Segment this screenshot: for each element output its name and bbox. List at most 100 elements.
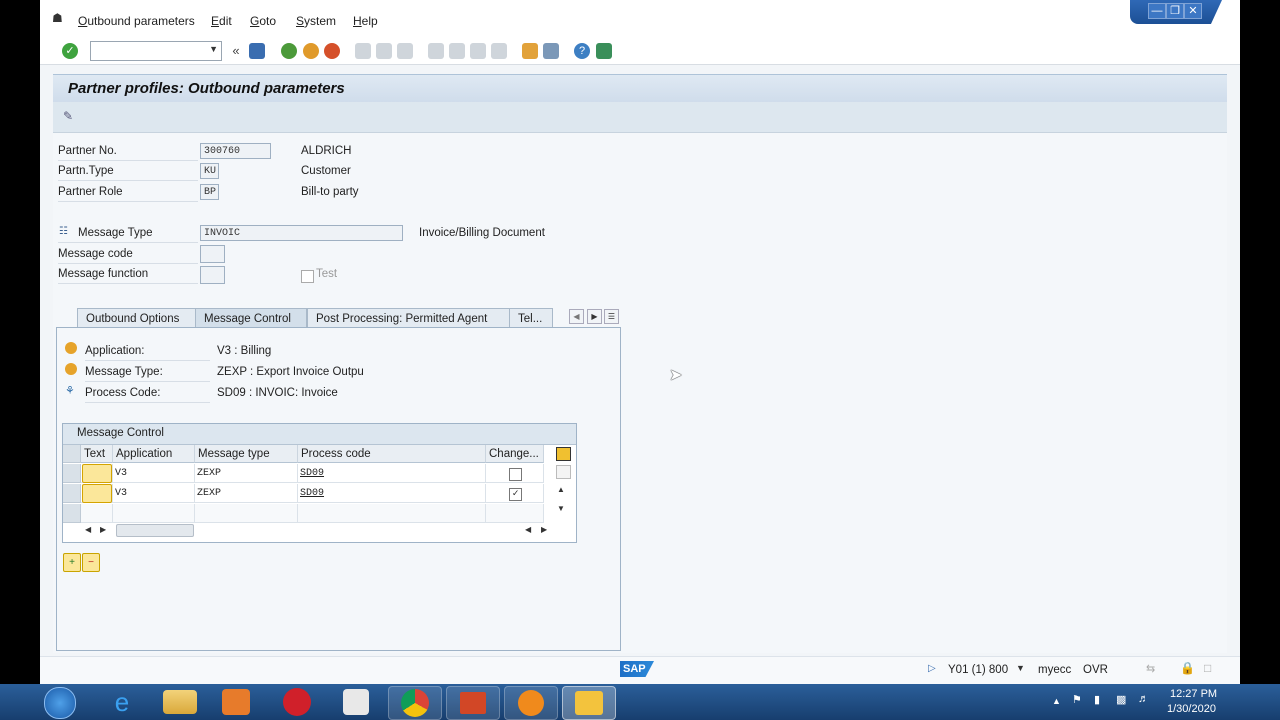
scrollbar-top-box[interactable] bbox=[556, 465, 571, 479]
clock-date[interactable]: 1/30/2020 bbox=[1167, 703, 1216, 715]
find-icon[interactable] bbox=[376, 43, 392, 59]
help-icon[interactable]: ? bbox=[574, 43, 590, 59]
change-checkbox-2[interactable]: ✓ bbox=[509, 488, 522, 501]
horizontal-scroll-thumb[interactable] bbox=[116, 524, 194, 537]
volume-icon[interactable]: ♬ bbox=[1138, 693, 1149, 705]
table-cell-empty bbox=[81, 504, 113, 523]
print-icon[interactable] bbox=[355, 43, 371, 59]
tab-outbound-options[interactable]: Outbound Options bbox=[77, 308, 197, 328]
tab-scroll-left-icon[interactable]: ◀ bbox=[569, 309, 584, 324]
scroll-left-icon[interactable]: ◀ bbox=[525, 525, 531, 534]
scroll-right-icon[interactable]: ▶ bbox=[100, 525, 106, 534]
table-cell-process-code[interactable]: SD09 bbox=[298, 464, 486, 483]
table-cell-message-type[interactable]: ZEXP bbox=[195, 464, 298, 483]
last-page-icon[interactable] bbox=[491, 43, 507, 59]
scroll-down-icon[interactable]: ▼ bbox=[557, 504, 565, 513]
col-header-text[interactable]: Text bbox=[81, 445, 113, 463]
clock-time[interactable]: 12:27 PM bbox=[1170, 688, 1217, 700]
col-header-process-code[interactable]: Process code bbox=[298, 445, 486, 463]
table-cell-change bbox=[486, 464, 544, 483]
chrome-taskbar-button[interactable] bbox=[388, 686, 442, 720]
menu-icon[interactable]: ☗ bbox=[52, 11, 66, 25]
tab-scroll-right-icon[interactable]: ▶ bbox=[587, 309, 602, 324]
delete-row-icon[interactable]: − bbox=[82, 553, 100, 572]
app-taskbar-button[interactable] bbox=[504, 686, 558, 720]
shortcut-icon[interactable] bbox=[543, 43, 559, 59]
powerpoint-taskbar-button[interactable] bbox=[446, 686, 500, 720]
tab-message-control[interactable]: Message Control bbox=[195, 308, 307, 328]
table-settings-icon[interactable] bbox=[556, 447, 571, 461]
media-player-icon[interactable] bbox=[222, 689, 250, 715]
long-text-icon[interactable] bbox=[82, 484, 112, 503]
message-code-field[interactable] bbox=[200, 245, 225, 263]
display-change-icon[interactable]: ✎ bbox=[63, 109, 73, 123]
menu-goto[interactable]: Goto bbox=[250, 14, 276, 28]
sap-logon-taskbar-button[interactable] bbox=[562, 686, 616, 720]
exit-icon[interactable] bbox=[303, 43, 319, 59]
new-session-icon[interactable] bbox=[522, 43, 538, 59]
tab-telephony[interactable]: Tel... bbox=[509, 308, 553, 328]
network-icon[interactable]: ▩ bbox=[1116, 693, 1126, 706]
previous-page-icon[interactable] bbox=[449, 43, 465, 59]
menu-outbound-parameters[interactable]: Outbound parameters bbox=[78, 14, 195, 28]
lock-icon[interactable]: 🔒 bbox=[1180, 661, 1195, 675]
power-icon[interactable]: ▮ bbox=[1094, 693, 1100, 706]
message-type-field[interactable]: INVOIC bbox=[200, 225, 403, 241]
partner-type-field[interactable]: KU bbox=[200, 163, 219, 179]
collapse-icon[interactable]: « bbox=[228, 43, 244, 59]
scroll-right-icon[interactable]: ▶ bbox=[541, 525, 547, 534]
chevron-down-icon[interactable]: ▼ bbox=[209, 44, 218, 54]
scroll-left-icon[interactable]: ◀ bbox=[85, 525, 91, 534]
play-icon[interactable]: ▷ bbox=[928, 663, 936, 674]
test-checkbox[interactable] bbox=[301, 270, 314, 283]
partner-no-field[interactable]: 300760 bbox=[200, 143, 271, 159]
tab-post-processing[interactable]: Post Processing: Permitted Agent bbox=[307, 308, 511, 328]
row-selector-2[interactable] bbox=[63, 484, 81, 503]
table-cell-message-type[interactable]: ZEXP bbox=[195, 484, 298, 503]
control-app-label: Application: bbox=[85, 345, 145, 357]
partner-name: ALDRICH bbox=[301, 145, 352, 157]
message-icon[interactable]: □ bbox=[1204, 661, 1211, 675]
col-header-message-type[interactable]: Message type bbox=[195, 445, 298, 463]
table-cell-application[interactable]: V3 bbox=[113, 484, 195, 503]
find-next-icon[interactable] bbox=[397, 43, 413, 59]
first-page-icon[interactable] bbox=[428, 43, 444, 59]
minimize-icon[interactable]: — bbox=[1148, 3, 1166, 19]
col-header-application[interactable]: Application bbox=[113, 445, 195, 463]
opera-icon[interactable] bbox=[283, 688, 311, 716]
menu-system[interactable]: System bbox=[296, 14, 336, 28]
long-text-icon[interactable] bbox=[82, 464, 112, 483]
back-icon[interactable] bbox=[281, 43, 297, 59]
insert-row-icon[interactable]: + bbox=[63, 553, 81, 572]
row-selector-3[interactable] bbox=[63, 504, 81, 523]
start-button[interactable] bbox=[44, 687, 76, 719]
notepad-icon[interactable] bbox=[343, 689, 369, 715]
cancel-icon[interactable] bbox=[324, 43, 340, 59]
tab-list-icon[interactable]: ☰ bbox=[604, 309, 619, 324]
chevron-down-icon[interactable]: ▼ bbox=[1016, 663, 1025, 673]
col-header-change[interactable]: Change... bbox=[486, 445, 544, 463]
menu-edit[interactable]: Edit bbox=[211, 14, 232, 28]
restore-icon[interactable]: ❐ bbox=[1166, 3, 1184, 19]
partner-role-field[interactable]: BP bbox=[200, 184, 219, 200]
message-function-field[interactable] bbox=[200, 266, 225, 284]
close-icon[interactable]: ✕ bbox=[1184, 3, 1202, 19]
file-explorer-icon[interactable] bbox=[163, 690, 197, 714]
next-page-icon[interactable] bbox=[470, 43, 486, 59]
save-icon[interactable] bbox=[249, 43, 265, 59]
internet-explorer-icon[interactable]: e bbox=[96, 686, 148, 718]
system-info: Y01 (1) 800 bbox=[948, 664, 1009, 676]
scroll-up-icon[interactable]: ▲ bbox=[557, 485, 565, 494]
select-all[interactable] bbox=[63, 445, 81, 463]
command-field[interactable]: ▼ bbox=[90, 41, 222, 61]
show-hidden-icons[interactable]: ▲ bbox=[1052, 696, 1061, 706]
menu-help[interactable]: Help bbox=[353, 14, 378, 28]
change-checkbox-1[interactable] bbox=[509, 468, 522, 481]
table-cell-application[interactable]: V3 bbox=[113, 464, 195, 483]
customize-layout-icon[interactable] bbox=[596, 43, 612, 59]
row-selector-1[interactable] bbox=[63, 464, 81, 483]
action-center-icon[interactable]: ⚑ bbox=[1072, 693, 1082, 706]
table-cell-process-code[interactable]: SD09 bbox=[298, 484, 486, 503]
insert-mode: OVR bbox=[1083, 664, 1108, 676]
enter-check-icon[interactable]: ✓ bbox=[62, 43, 78, 59]
